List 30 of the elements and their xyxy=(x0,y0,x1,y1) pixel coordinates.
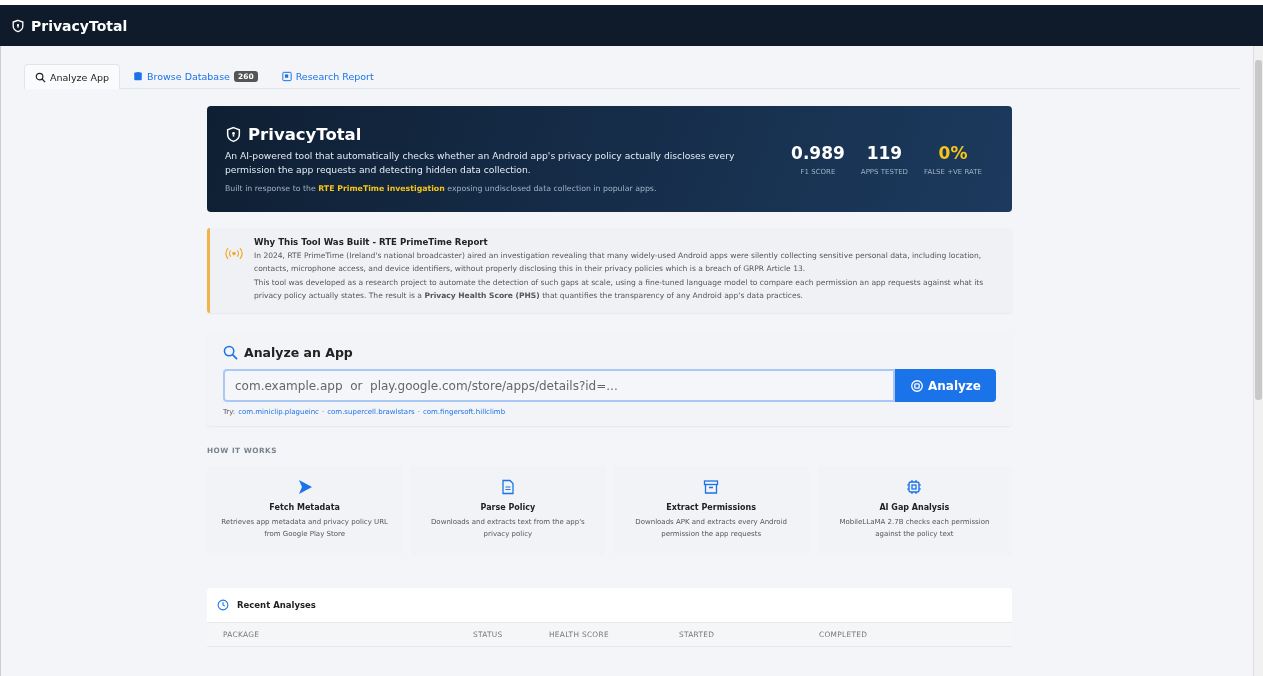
clock-icon xyxy=(217,599,229,611)
step-title: Extract Permissions xyxy=(666,503,756,512)
hero-title: PrivacyTotal xyxy=(248,125,362,144)
step-title: Fetch Metadata xyxy=(269,503,340,512)
chip-icon xyxy=(906,479,923,495)
stat-value: 0.989 xyxy=(791,142,845,163)
stat-value: 119 xyxy=(866,142,903,163)
search-icon xyxy=(223,345,238,360)
package-input-field[interactable]: com.example.app or play.google.com/store/apps/details?id=... xyxy=(223,369,895,402)
shield-icon xyxy=(11,18,25,33)
play-icon xyxy=(296,479,313,495)
archive-icon xyxy=(703,479,720,495)
hero-description: An AI-powered tool that automatically checks whether an Android app's privacy policy actually discloses every permission the app requests and detecting hidden data collection. xyxy=(225,149,736,177)
broadcast-icon xyxy=(225,247,243,260)
recent-title: Recent Analyses xyxy=(237,600,316,610)
step-title: AI Gap Analysis xyxy=(879,503,950,512)
document-icon xyxy=(499,479,516,495)
tab[interactable]: Analyze App xyxy=(24,64,120,89)
database-icon xyxy=(133,71,143,82)
analyze-button[interactable]: Analyze xyxy=(895,369,996,402)
notice-title: Why This Tool Was Built - RTE PrimeTime Report xyxy=(254,237,489,247)
step-title: Parse Policy xyxy=(480,503,536,512)
search-icon xyxy=(35,71,46,83)
stat-value: 0% xyxy=(938,142,968,163)
app-title: PrivacyTotal xyxy=(31,17,128,34)
tab[interactable]: Research Report xyxy=(270,64,385,88)
analyze-title: Analyze an App xyxy=(244,345,353,360)
shield-icon xyxy=(225,126,242,143)
chip-icon xyxy=(910,378,924,393)
report-icon xyxy=(281,71,292,82)
